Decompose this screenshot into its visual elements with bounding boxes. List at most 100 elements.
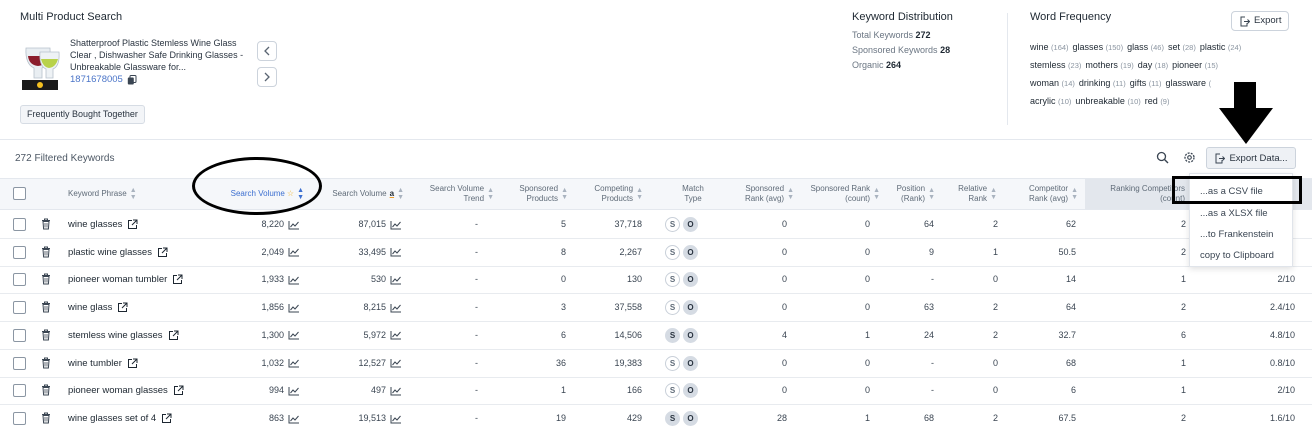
col-competing-products[interactable]: Competing Products ▲ ▼ xyxy=(576,179,643,209)
export-data-button[interactable]: Export Data... xyxy=(1206,147,1296,169)
col-competitor-rank-avg[interactable]: Competitor Rank (avg) ▲ ▼ xyxy=(1014,179,1078,209)
chart-trend-icon[interactable] xyxy=(288,358,300,368)
keyword-text[interactable]: wine glasses set of 4 xyxy=(68,405,156,431)
word-frequency-item[interactable]: woman (14) xyxy=(1030,78,1075,88)
row-checkbox[interactable] xyxy=(13,411,26,425)
word-frequency-item[interactable]: unbreakable (10) xyxy=(1075,96,1140,106)
copy-clipboard-item[interactable]: copy to Clipboard xyxy=(1190,245,1294,266)
prev-product-button[interactable] xyxy=(257,41,277,61)
external-link-icon[interactable] xyxy=(127,358,138,369)
external-link-icon[interactable] xyxy=(172,274,183,285)
trash-icon[interactable] xyxy=(41,412,51,424)
row-checkbox[interactable] xyxy=(13,356,26,370)
trash-icon[interactable] xyxy=(41,357,51,369)
keyword-cell[interactable]: stemless wine glasses xyxy=(68,322,179,349)
col-sponsored-rank-avg[interactable]: Sponsored Rank (avg) ▲ ▼ xyxy=(726,179,794,209)
chart-trend-icon[interactable] xyxy=(390,386,402,396)
word-frequency-item[interactable]: gifts (11) xyxy=(1130,78,1162,88)
col-search-volume-trend[interactable]: Search Volume Trend ▲ ▼ xyxy=(414,179,494,209)
external-link-icon[interactable] xyxy=(173,385,184,396)
product-image[interactable] xyxy=(20,38,60,90)
chart-trend-icon[interactable] xyxy=(288,330,300,340)
col-sponsored-rank-count[interactable]: Sponsored Rank (count) ▲ ▼ xyxy=(804,179,880,209)
table-row[interactable]: wine glasses set of 4 863 19,513 - 19 429 S O 28… xyxy=(0,405,1312,431)
table-row[interactable]: wine glass 1,856 8,215 - 3 37,558 S O 0 0 63 2 64 2 2.… xyxy=(0,294,1312,323)
word-frequency-item[interactable]: glasses (150) xyxy=(1073,42,1124,52)
export-xlsx-item[interactable]: ...as a XLSX file xyxy=(1190,203,1294,224)
export-frankenstein-item[interactable]: ...to Frankenstein xyxy=(1190,224,1294,245)
product-name[interactable]: Shatterproof Plastic Stemless Wine Glass… xyxy=(70,37,250,73)
word-frequency-item[interactable]: day (18) xyxy=(1138,60,1168,70)
chart-trend-icon[interactable] xyxy=(288,247,300,257)
word-frequency-item[interactable]: glassware ( xyxy=(1166,78,1212,88)
trash-icon[interactable] xyxy=(41,218,51,230)
keyword-text[interactable]: wine tumbler xyxy=(68,350,122,377)
col-search-volume-amazon[interactable]: Search Volume a ▲ ▼ xyxy=(312,179,404,209)
chart-trend-icon[interactable] xyxy=(288,275,300,285)
keyword-text[interactable]: stemless wine glasses xyxy=(68,322,163,349)
chart-trend-icon[interactable] xyxy=(390,247,402,257)
select-all-checkbox[interactable] xyxy=(13,187,26,200)
word-frequency-item[interactable]: plastic (24) xyxy=(1200,42,1241,52)
keyword-cell[interactable]: plastic wine glasses xyxy=(68,239,168,266)
copy-icon[interactable] xyxy=(127,74,137,85)
word-frequency-item[interactable]: pioneer (15) xyxy=(1172,60,1218,70)
table-row[interactable]: wine tumbler 1,032 12,527 - 36 19,383 S O 0 0 - 0 68… xyxy=(0,350,1312,378)
col-match-type[interactable]: Match Type xyxy=(668,179,718,209)
chart-trend-icon[interactable] xyxy=(288,220,300,230)
keyword-cell[interactable]: wine glasses xyxy=(68,211,138,238)
chart-trend-icon[interactable] xyxy=(390,220,402,230)
asin-text[interactable]: 1871678005 xyxy=(70,74,123,85)
row-checkbox[interactable] xyxy=(13,328,26,342)
search-icon[interactable] xyxy=(1156,151,1169,164)
next-product-button[interactable] xyxy=(257,67,277,87)
keyword-cell[interactable]: pioneer woman tumbler xyxy=(68,266,183,293)
asin-link[interactable]: 1871678005 xyxy=(70,74,137,85)
word-frequency-item[interactable]: stemless (23) xyxy=(1030,60,1081,70)
word-frequency-item[interactable]: red (9) xyxy=(1145,96,1170,106)
row-checkbox[interactable] xyxy=(13,218,26,231)
table-row[interactable]: pioneer woman tumbler 1,933 530 - 0 130 S O 0 0 - 0… xyxy=(0,266,1312,295)
row-checkbox[interactable] xyxy=(13,273,26,287)
keyword-text[interactable]: pioneer woman tumbler xyxy=(68,266,167,293)
row-checkbox[interactable] xyxy=(13,245,26,259)
table-row[interactable]: wine glasses 8,220 87,015 - 5 37,718 S O 0 0 64 2 62… xyxy=(0,211,1312,239)
chart-trend-icon[interactable] xyxy=(390,358,402,368)
keyword-cell[interactable]: wine glass xyxy=(68,294,128,321)
chart-trend-icon[interactable] xyxy=(390,303,402,313)
external-link-icon[interactable] xyxy=(127,219,138,230)
keyword-text[interactable]: wine glasses xyxy=(68,211,122,238)
keyword-text[interactable]: plastic wine glasses xyxy=(68,239,152,266)
word-frequency-item[interactable]: acrylic (10) xyxy=(1030,96,1071,106)
table-row[interactable]: pioneer woman glasses 994 497 - 1 166 S O 0 0 - 0 6 1… xyxy=(0,377,1312,406)
chart-trend-icon[interactable] xyxy=(390,275,402,285)
word-frequency-item[interactable]: wine (164) xyxy=(1030,42,1069,52)
col-position-rank[interactable]: Position (Rank) ▲ ▼ xyxy=(888,179,935,209)
chart-trend-icon[interactable] xyxy=(390,414,402,424)
chart-trend-icon[interactable] xyxy=(288,386,300,396)
chart-trend-icon[interactable] xyxy=(288,414,300,424)
table-row[interactable]: plastic wine glasses 2,049 33,495 - 8 2,267 S O… xyxy=(0,239,1312,267)
external-link-icon[interactable] xyxy=(161,413,172,424)
keyword-cell[interactable]: wine glasses set of 4 xyxy=(68,405,172,431)
row-checkbox[interactable] xyxy=(13,301,26,315)
trash-icon[interactable] xyxy=(41,384,51,396)
word-frequency-item[interactable]: mothers (19) xyxy=(1085,60,1133,70)
keyword-cell[interactable]: wine tumbler xyxy=(68,350,138,377)
word-frequency-item[interactable]: set (28) xyxy=(1168,42,1196,52)
row-checkbox[interactable] xyxy=(13,384,26,398)
chart-trend-icon[interactable] xyxy=(288,303,300,313)
word-frequency-item[interactable]: glass (46) xyxy=(1127,42,1164,52)
chart-trend-icon[interactable] xyxy=(390,330,402,340)
keyword-text[interactable]: pioneer woman glasses xyxy=(68,377,168,404)
word-frequency-item[interactable]: drinking (11) xyxy=(1079,78,1126,88)
external-link-icon[interactable] xyxy=(117,302,128,313)
frequently-bought-together-button[interactable]: Frequently Bought Together xyxy=(20,105,145,124)
external-link-icon[interactable] xyxy=(157,247,168,258)
external-link-icon[interactable] xyxy=(168,330,179,341)
gear-icon[interactable] xyxy=(1183,151,1196,164)
trash-icon[interactable] xyxy=(41,273,51,285)
table-row[interactable]: stemless wine glasses 1,300 5,972 - 6 14,506 S… xyxy=(0,322,1312,350)
keyword-cell[interactable]: pioneer woman glasses xyxy=(68,377,184,404)
trash-icon[interactable] xyxy=(41,329,51,341)
